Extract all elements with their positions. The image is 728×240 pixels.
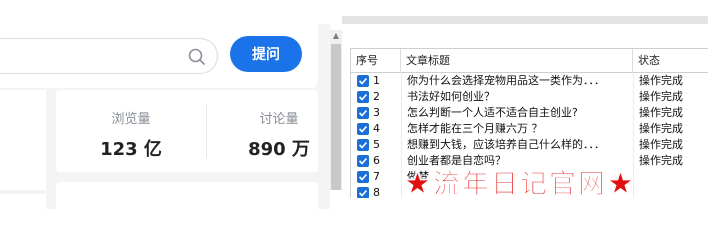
discussions-value: 890 万	[248, 139, 310, 160]
search-card: 提问	[0, 24, 318, 88]
stats-divider	[206, 104, 207, 158]
row-checkbox[interactable]	[357, 139, 369, 151]
checkmark-icon	[358, 189, 368, 197]
discussions-stat: 讨论量 890 万	[214, 108, 330, 161]
bottom-card	[56, 182, 318, 209]
left-panel: 提问 浏览量 123 亿 讨论量 890 万	[0, 0, 330, 209]
checkmark-icon	[358, 77, 368, 85]
checkmark-icon	[358, 157, 368, 165]
views-value: 123 亿	[100, 139, 162, 160]
row-status: 操作完成	[639, 122, 683, 135]
row-index: 8	[373, 186, 380, 198]
ask-button[interactable]: 提问	[230, 36, 302, 72]
search-input[interactable]	[0, 38, 218, 74]
header-title[interactable]: 文章标题	[401, 49, 633, 73]
row-title: 你为什么会选择宠物用品这一类作为．．．	[407, 74, 605, 87]
top-bar	[342, 16, 708, 24]
row-checkbox[interactable]	[357, 91, 369, 103]
row-status: 操作完成	[639, 106, 683, 119]
row-status: 操作完成	[639, 74, 683, 87]
row-index: 1	[373, 74, 380, 87]
search-icon[interactable]	[187, 47, 207, 67]
checkmark-icon	[358, 109, 368, 117]
checkmark-icon	[358, 141, 368, 149]
row-checkbox[interactable]	[357, 75, 369, 87]
table-row[interactable]: 2 书法好如何创业？ 操作完成	[351, 89, 708, 105]
top-strip	[0, 0, 330, 24]
row-title: 想赚到大钱，应该培养自己什么样的．．．	[407, 138, 605, 151]
bottom-gutter	[0, 194, 46, 209]
row-checkbox[interactable]	[357, 107, 369, 119]
row-title: 怎样才能在三个月赚六万 ？	[407, 122, 543, 135]
table-row[interactable]: 4 怎样才能在三个月赚六万 ？ 操作完成	[351, 121, 708, 137]
table-row[interactable]: 3 怎么判断一个人适不适合自主创业? 操作完成	[351, 105, 708, 121]
row-title: 书法好如何创业？	[407, 90, 495, 103]
row-index: 3	[373, 106, 380, 119]
row-index: 6	[373, 154, 380, 167]
checkmark-icon	[358, 93, 368, 101]
header-index[interactable]: 序号	[351, 49, 401, 73]
row-checkbox[interactable]	[357, 123, 369, 135]
scroll-up-arrow-icon[interactable]: ▲	[331, 31, 341, 41]
table-row[interactable]: 1 你为什么会选择宠物用品这一类作为．．． 操作完成	[351, 73, 708, 89]
row-index: 4	[373, 122, 380, 135]
header-status[interactable]: 状态	[633, 49, 708, 73]
views-label: 浏览量	[111, 112, 151, 127]
stats-card: 浏览量 123 亿 讨论量 890 万	[56, 90, 318, 172]
discussions-label: 讨论量	[259, 112, 299, 127]
row-checkbox[interactable]	[357, 187, 369, 198]
row-status: 操作完成	[639, 138, 683, 151]
checkmark-icon	[358, 173, 368, 181]
row-title: 怎么判断一个人适不适合自主创业?	[407, 106, 578, 119]
row-checkbox[interactable]	[357, 155, 369, 167]
checkmark-icon	[358, 125, 368, 133]
row-index: 7	[373, 170, 380, 183]
row-status: 操作完成	[639, 90, 683, 103]
scrollbar-thumb[interactable]	[331, 44, 341, 190]
views-stat: 浏览量 123 亿	[66, 108, 196, 161]
left-gutter	[0, 90, 46, 190]
row-checkbox[interactable]	[357, 171, 369, 183]
grid-header: 序号 文章标题 状态	[351, 49, 708, 73]
table-row[interactable]: 5 想赚到大钱，应该培养自己什么样的．．． 操作完成	[351, 137, 708, 153]
row-index: 5	[373, 138, 380, 151]
row-index: 2	[373, 90, 380, 103]
watermark-text: ★流年日记官网★	[404, 169, 636, 201]
